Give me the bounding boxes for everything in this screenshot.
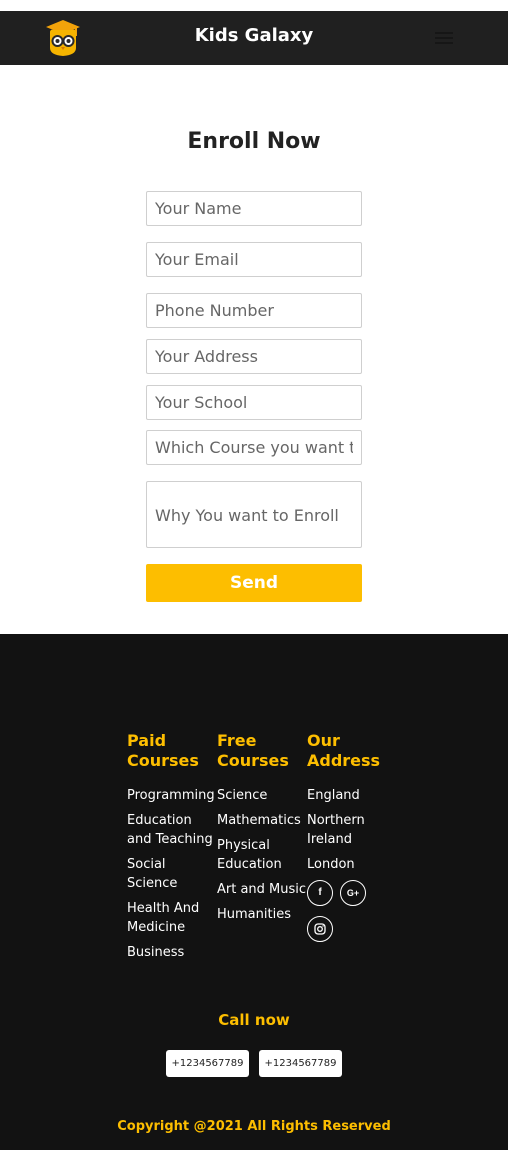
reason-textarea[interactable] — [146, 481, 362, 548]
top-strip — [0, 0, 508, 11]
address-text: Northern Ireland — [307, 813, 365, 847]
list-item: London — [307, 855, 397, 874]
address-heading: Our Address — [307, 731, 381, 770]
list-item: England — [307, 786, 397, 805]
footer-link[interactable]: Science — [217, 788, 267, 803]
course-input[interactable] — [146, 430, 362, 465]
list-item[interactable]: Business — [127, 943, 217, 962]
hamburger-menu-icon[interactable] — [428, 25, 460, 51]
list-item[interactable]: Science — [217, 786, 307, 805]
address-text: London — [307, 857, 355, 872]
brand-name[interactable]: Kids Galaxy — [195, 25, 314, 46]
footer-link[interactable]: Art and Music — [217, 882, 306, 897]
address-text: England — [307, 788, 360, 803]
list-item[interactable]: Programming — [127, 786, 217, 805]
footer-link[interactable]: Business — [127, 945, 184, 960]
list-item[interactable]: Physical Education — [217, 836, 307, 874]
footer-link[interactable]: Education and Teaching — [127, 813, 213, 847]
footer: Paid Courses Programming Education and T… — [0, 634, 508, 1150]
footer-link[interactable]: Health And Medicine — [127, 901, 199, 935]
facebook-icon[interactable]: f — [307, 880, 333, 906]
list-item[interactable]: Social Science — [127, 855, 217, 893]
navbar: Kids Galaxy — [0, 11, 508, 65]
instagram-icon[interactable] — [307, 916, 333, 942]
address-input[interactable] — [146, 339, 362, 374]
phone-button[interactable]: +1234567789 — [259, 1050, 342, 1077]
send-button[interactable]: Send — [146, 564, 362, 602]
free-courses-heading: Free Courses — [217, 731, 289, 770]
footer-link[interactable]: Programming — [127, 788, 215, 803]
phone-input[interactable] — [146, 293, 362, 328]
school-input[interactable] — [146, 385, 362, 420]
copyright-text: Copyright @2021 All Rights Reserved — [117, 1119, 391, 1134]
list-item: Northern Ireland — [307, 811, 397, 849]
call-now-label: Call now — [218, 1011, 290, 1029]
footer-link[interactable]: Physical Education — [217, 838, 282, 872]
owl-graduation-cap-icon[interactable] — [44, 18, 82, 58]
address-column: Our Address England Northern Ireland Lon… — [307, 731, 397, 946]
google-plus-icon[interactable]: G+ — [340, 880, 366, 906]
paid-courses-column: Paid Courses Programming Education and T… — [127, 731, 217, 968]
list-item[interactable]: Mathematics — [217, 811, 307, 830]
footer-link[interactable]: Mathematics — [217, 813, 301, 828]
email-input[interactable] — [146, 242, 362, 277]
name-input[interactable] — [146, 191, 362, 226]
list-item[interactable]: Health And Medicine — [127, 899, 217, 937]
list-item[interactable]: Humanities — [217, 905, 307, 924]
free-courses-column: Free Courses Science Mathematics Physica… — [217, 731, 307, 930]
footer-link[interactable]: Humanities — [217, 907, 291, 922]
enroll-section: Enroll Now Send — [0, 65, 508, 634]
footer-link[interactable]: Social Science — [127, 857, 177, 891]
social-links: f G+ — [307, 880, 377, 946]
enroll-title: Enroll Now — [187, 129, 321, 154]
phone-button[interactable]: +1234567789 — [166, 1050, 249, 1077]
list-item[interactable]: Art and Music — [217, 880, 307, 899]
list-item[interactable]: Education and Teaching — [127, 811, 217, 849]
paid-courses-heading: Paid Courses — [127, 731, 199, 770]
